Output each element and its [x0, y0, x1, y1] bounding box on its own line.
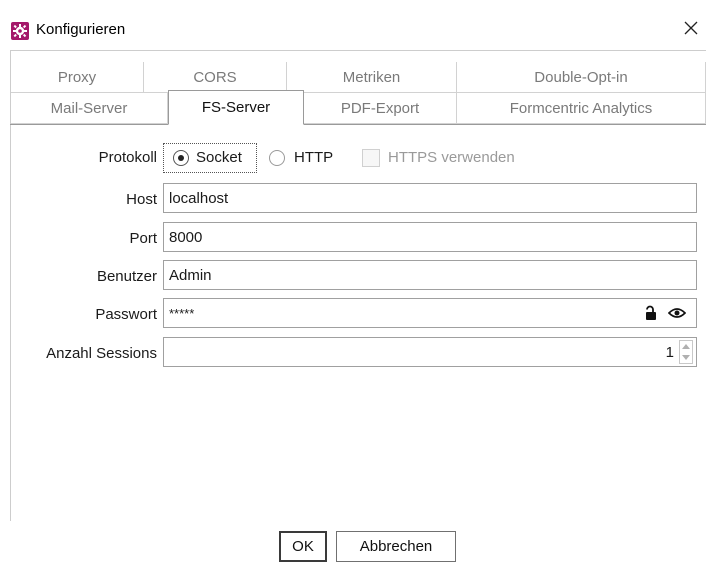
window-title: Konfigurieren: [36, 21, 126, 38]
passwort-input[interactable]: [163, 298, 697, 328]
socket-radio[interactable]: [173, 150, 189, 166]
https-checkbox[interactable]: [362, 149, 380, 167]
unlock-icon[interactable]: [642, 304, 658, 322]
ok-button[interactable]: OK: [279, 531, 327, 562]
sessions-input[interactable]: [163, 337, 697, 367]
protokoll-label: Protokoll: [98, 149, 157, 166]
tab-label: Double-Opt-in: [534, 68, 628, 86]
close-button[interactable]: [676, 14, 706, 42]
title-bar: Konfigurieren: [0, 0, 706, 42]
host-input[interactable]: [163, 183, 697, 213]
tab-cors[interactable]: CORS: [144, 62, 287, 93]
sessions-spinner: [679, 340, 693, 364]
tab-formcentric-analytics[interactable]: Formcentric Analytics: [457, 93, 706, 124]
benutzer-label: Benutzer: [96, 268, 157, 285]
tab-label: Metriken: [342, 68, 401, 86]
tab-label: Formcentric Analytics: [509, 99, 653, 117]
close-icon: [684, 21, 698, 35]
spin-down-icon[interactable]: [680, 352, 692, 363]
tab-label: PDF-Export: [340, 99, 420, 117]
passwort-label: Passwort: [95, 306, 157, 323]
sessions-label: Anzahl Sessions: [46, 345, 157, 362]
tab-metriken[interactable]: Metriken: [287, 62, 457, 93]
dialog-window: Konfigurieren Proxy CORS Metriken Double…: [0, 0, 706, 570]
gear-icon: [11, 22, 29, 40]
http-radio[interactable]: [269, 150, 285, 166]
tab-proxy[interactable]: Proxy: [11, 62, 144, 93]
host-label: Host: [126, 191, 157, 208]
https-label: HTTPS verwenden: [388, 149, 515, 166]
tab-label: FS-Server: [201, 99, 271, 116]
http-label: HTTP: [294, 149, 334, 166]
socket-label: Socket: [196, 149, 242, 166]
spin-up-icon[interactable]: [680, 341, 692, 352]
tab-label: CORS: [193, 68, 237, 86]
tab-divider: [10, 124, 706, 125]
port-label: Port: [129, 230, 157, 247]
tab-mail-server[interactable]: Mail-Server: [11, 93, 168, 124]
tab-pdf-export[interactable]: PDF-Export: [304, 93, 457, 124]
tab-fs-server[interactable]: FS-Server: [168, 90, 304, 125]
tab-label: Proxy: [57, 68, 97, 86]
tab-label: Mail-Server: [50, 99, 128, 117]
port-input[interactable]: [163, 222, 697, 252]
tab-double-opt-in[interactable]: Double-Opt-in: [457, 62, 706, 93]
eye-icon[interactable]: [667, 304, 687, 322]
cancel-button[interactable]: Abbrechen: [336, 531, 456, 562]
benutzer-input[interactable]: [163, 260, 697, 290]
